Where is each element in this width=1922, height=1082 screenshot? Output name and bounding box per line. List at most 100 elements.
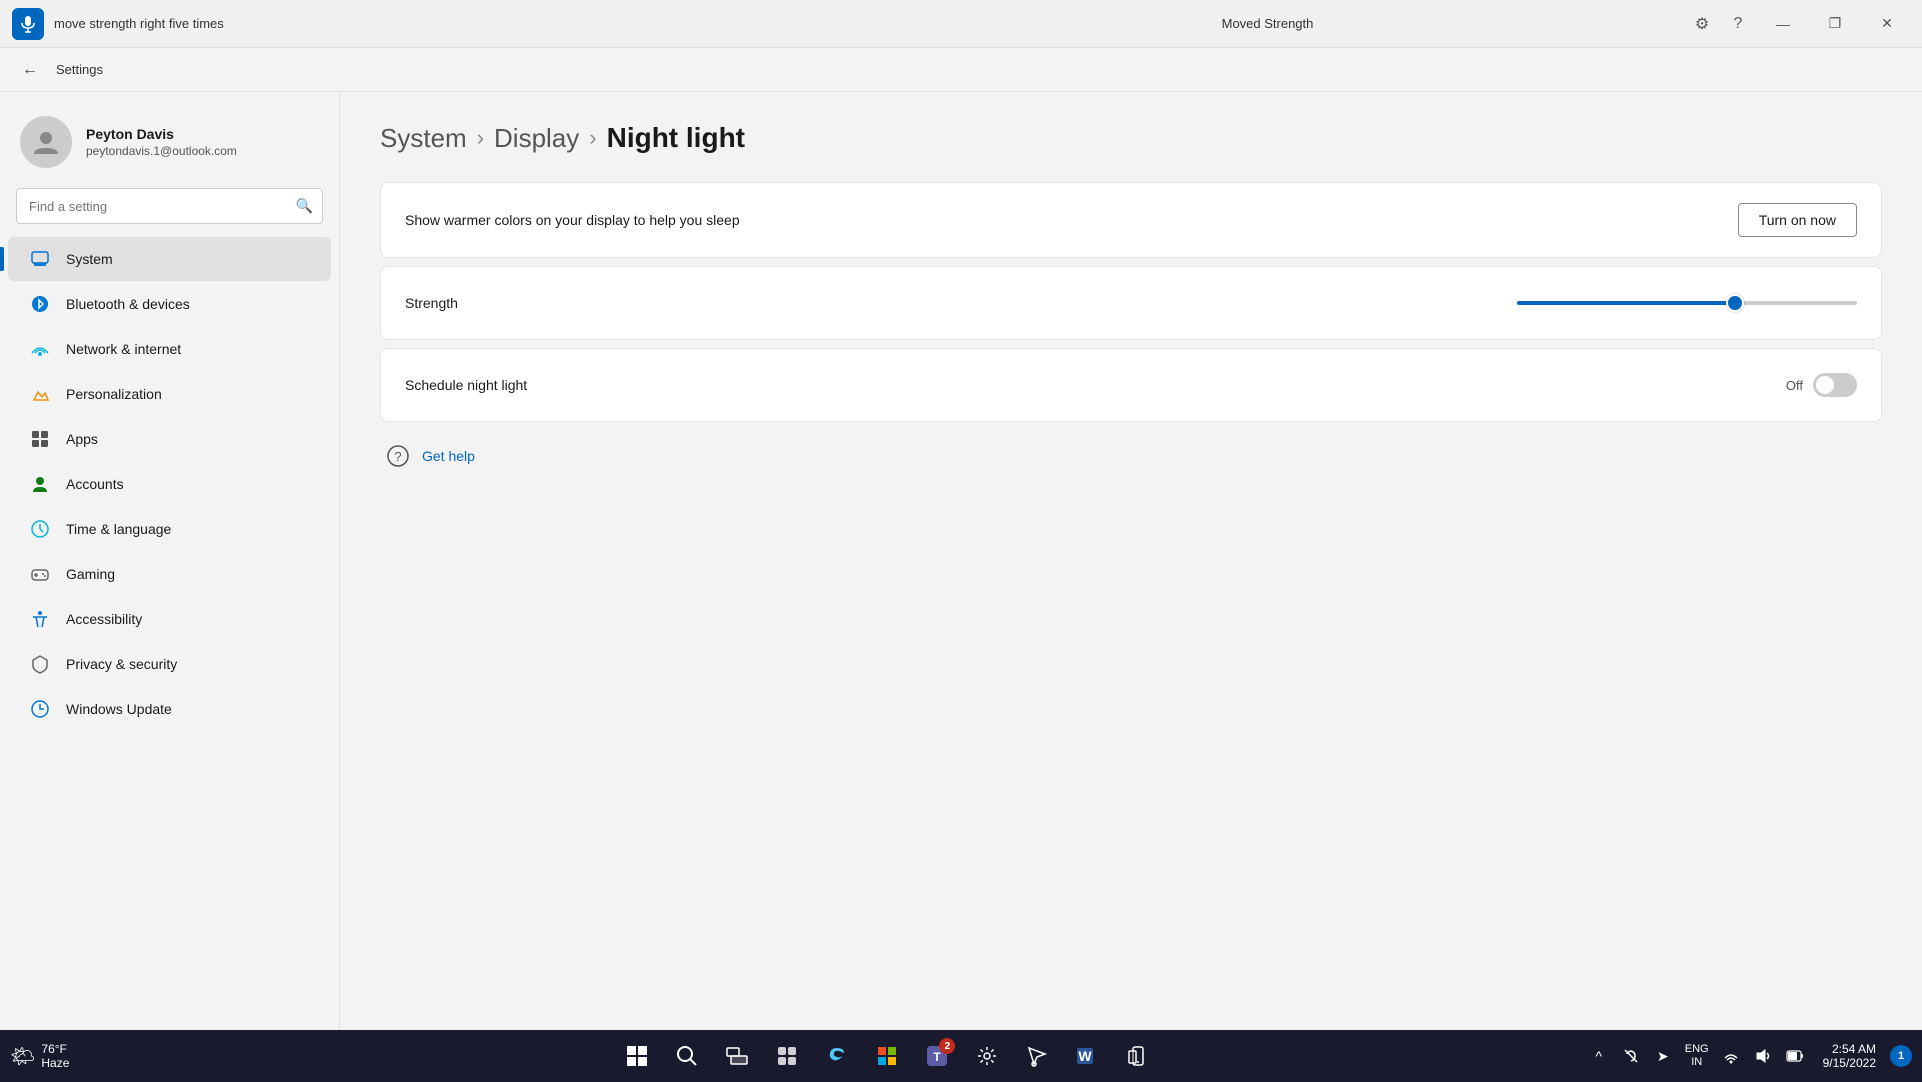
- svg-text:W: W: [1079, 1048, 1093, 1064]
- search-box: 🔍: [16, 188, 323, 224]
- battery-button[interactable]: [1781, 1042, 1809, 1070]
- widgets-button[interactable]: [765, 1034, 809, 1078]
- taskbar-center: T 2 W: [190, 1034, 1585, 1078]
- user-profile[interactable]: Peyton Davis peytondavis.1@outlook.com: [0, 104, 339, 188]
- search-icon: 🔍: [296, 198, 313, 215]
- close-button[interactable]: ✕: [1864, 8, 1910, 40]
- strength-slider-container: [1517, 301, 1857, 305]
- schedule-label: Schedule night light: [405, 377, 527, 393]
- main-area: Peyton Davis peytondavis.1@outlook.com 🔍…: [0, 92, 1922, 1030]
- warmer-colors-row: Show warmer colors on your display to he…: [381, 183, 1881, 257]
- mute-button[interactable]: [1617, 1042, 1645, 1070]
- task-view-button[interactable]: [715, 1034, 759, 1078]
- volume-button[interactable]: [1749, 1042, 1777, 1070]
- store-button[interactable]: [865, 1034, 909, 1078]
- snipping-button[interactable]: [1015, 1034, 1059, 1078]
- sidebar-item-apps[interactable]: Apps: [8, 417, 331, 461]
- weather-condition: Haze: [41, 1056, 69, 1070]
- accounts-icon: [28, 472, 52, 496]
- sidebar-item-time[interactable]: Time & language: [8, 507, 331, 551]
- get-help-row: ? Get help: [380, 442, 1882, 470]
- search-input[interactable]: [16, 188, 323, 224]
- search-taskbar-button[interactable]: [665, 1034, 709, 1078]
- sidebar-item-label-gaming: Gaming: [66, 566, 115, 582]
- sidebar-item-accounts[interactable]: Accounts: [8, 462, 331, 506]
- turn-on-button[interactable]: Turn on now: [1738, 203, 1857, 237]
- user-email: peytondavis.1@outlook.com: [86, 144, 237, 158]
- sidebar-item-label-time: Time & language: [66, 521, 171, 537]
- app-icon: [12, 8, 44, 40]
- schedule-toggle-wrap: Off: [1786, 373, 1857, 397]
- settings-header: ← Settings: [0, 48, 1922, 92]
- sidebar-item-label-apps: Apps: [66, 431, 98, 447]
- sidebar-item-gaming[interactable]: Gaming: [8, 552, 331, 596]
- edge-button[interactable]: [815, 1034, 859, 1078]
- teams-button[interactable]: T 2: [915, 1034, 959, 1078]
- warmer-colors-label: Show warmer colors on your display to he…: [405, 212, 740, 228]
- content-area: System › Display › Night light Show warm…: [340, 92, 1922, 1030]
- sidebar-item-update[interactable]: Windows Update: [8, 687, 331, 731]
- minimize-button[interactable]: —: [1760, 8, 1806, 40]
- toggle-state-label: Off: [1786, 378, 1803, 393]
- get-help-link[interactable]: Get help: [422, 448, 475, 464]
- sidebar-item-privacy[interactable]: Privacy & security: [8, 642, 331, 686]
- gear-button[interactable]: ⚙: [1686, 8, 1718, 40]
- sidebar-item-label-network: Network & internet: [66, 341, 181, 357]
- sidebar-item-label-bluetooth: Bluetooth & devices: [66, 296, 190, 312]
- title-bar: move strength right five times Moved Str…: [0, 0, 1922, 48]
- location-button[interactable]: ➤: [1649, 1042, 1677, 1070]
- settings-header-label: Settings: [56, 62, 103, 77]
- time-icon: [28, 517, 52, 541]
- schedule-toggle[interactable]: [1813, 373, 1857, 397]
- sidebar-item-label-privacy: Privacy & security: [66, 656, 177, 672]
- title-bar-left: move strength right five times: [12, 8, 849, 40]
- strength-slider[interactable]: [1517, 301, 1857, 305]
- breadcrumb-system[interactable]: System: [380, 123, 467, 154]
- weather-text: 76°F Haze: [41, 1042, 69, 1070]
- sidebar-item-bluetooth[interactable]: Bluetooth & devices: [8, 282, 331, 326]
- gaming-icon: [28, 562, 52, 586]
- breadcrumb-display[interactable]: Display: [494, 123, 579, 154]
- app-title: move strength right five times: [54, 16, 224, 31]
- language-display[interactable]: ENGIN: [1681, 1041, 1713, 1071]
- privacy-icon: [28, 652, 52, 676]
- user-info: Peyton Davis peytondavis.1@outlook.com: [86, 126, 237, 158]
- window-title: Moved Strength: [849, 16, 1686, 31]
- settings-taskbar-button[interactable]: [965, 1034, 1009, 1078]
- get-help-icon: ?: [384, 442, 412, 470]
- settings-window: ← Settings Peyton Davis peytondavis.1@ou…: [0, 48, 1922, 1030]
- taskbar-weather[interactable]: 🌤 76°F Haze: [10, 1042, 190, 1070]
- clock[interactable]: 2:54 AM 9/15/2022: [1817, 1040, 1882, 1072]
- strength-card: Strength: [380, 266, 1882, 340]
- start-button[interactable]: [615, 1034, 659, 1078]
- phone-link-button[interactable]: [1115, 1034, 1159, 1078]
- maximize-button[interactable]: ❐: [1812, 8, 1858, 40]
- sidebar-item-personalization[interactable]: Personalization: [8, 372, 331, 416]
- taskbar: 🌤 76°F Haze: [0, 1030, 1922, 1082]
- personalization-icon: [28, 382, 52, 406]
- sidebar-item-label-accessibility: Accessibility: [66, 611, 142, 627]
- back-button[interactable]: ←: [16, 56, 44, 84]
- weather-icon: 🌤: [10, 1044, 35, 1069]
- toggle-track: [1813, 373, 1857, 397]
- schedule-row: Schedule night light Off: [381, 349, 1881, 421]
- svg-text:T: T: [934, 1050, 942, 1064]
- notification-badge[interactable]: 1: [1890, 1045, 1912, 1067]
- apps-icon: [28, 427, 52, 451]
- sidebar-item-network[interactable]: Network & internet: [8, 327, 331, 371]
- sidebar-item-system[interactable]: System: [8, 237, 331, 281]
- sidebar-item-accessibility[interactable]: Accessibility: [8, 597, 331, 641]
- warmer-colors-card: Show warmer colors on your display to he…: [380, 182, 1882, 258]
- clock-date: 9/15/2022: [1823, 1056, 1876, 1070]
- accessibility-icon: [28, 607, 52, 631]
- help-button[interactable]: ?: [1722, 8, 1754, 40]
- weather-widget: 🌤 76°F Haze: [10, 1042, 69, 1070]
- breadcrumb-sep-2: ›: [589, 125, 596, 151]
- gear-help-buttons: ⚙ ?: [1686, 8, 1754, 40]
- schedule-card: Schedule night light Off: [380, 348, 1882, 422]
- taskbar-right: ^ ➤ ENGIN 2:54 AM 9/15/2022 1: [1585, 1040, 1912, 1072]
- window-controls: ⚙ ? — ❐ ✕: [1686, 8, 1910, 40]
- wifi-button[interactable]: [1717, 1042, 1745, 1070]
- chevron-button[interactable]: ^: [1585, 1042, 1613, 1070]
- word-button[interactable]: W: [1065, 1034, 1109, 1078]
